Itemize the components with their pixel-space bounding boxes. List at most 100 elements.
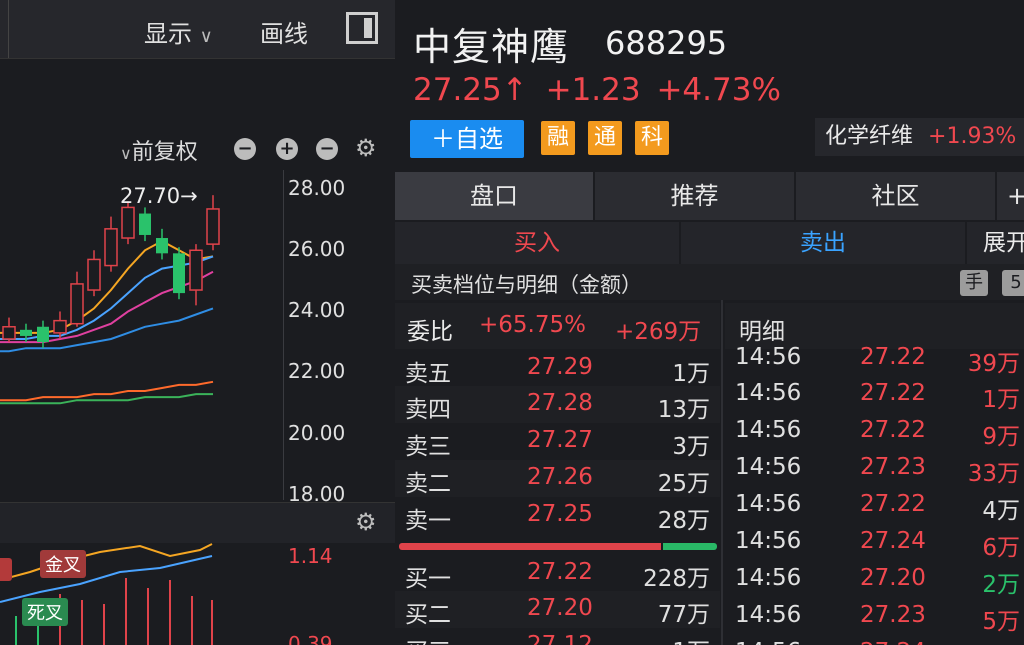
minus-icon[interactable]: −: [234, 138, 256, 160]
tick-row: 14:56 27.24 14万: [725, 635, 1024, 645]
adjust-select[interactable]: ∨前复权: [120, 134, 198, 166]
kline-chart[interactable]: [0, 170, 283, 500]
axis-separator: [283, 170, 284, 500]
price-tick: 24.00: [288, 298, 346, 322]
level-price: 27.22: [527, 559, 593, 585]
volume-bars: [59, 578, 213, 645]
price-line: 27.25↑ +1.23 +4.73%: [413, 72, 781, 108]
display-label: 显示: [144, 20, 192, 48]
tick-price: 27.23: [860, 454, 926, 480]
zoom-out-icon[interactable]: −: [316, 138, 338, 160]
star-market-tag[interactable]: 科: [635, 121, 669, 155]
level-volume: 25万: [657, 471, 710, 497]
level-volume: 228万: [643, 566, 710, 592]
price-tick: 22.00: [288, 359, 346, 383]
tick-price: 27.22: [860, 380, 926, 406]
level-price: 27.20: [527, 595, 593, 621]
tab-recommend[interactable]: 推荐: [595, 172, 796, 220]
tick-row: 14:56 27.23 5万: [725, 598, 1024, 635]
tick-volume: 33万: [967, 461, 1020, 487]
tab-orderbook[interactable]: 盘口: [395, 172, 595, 220]
level-volume: 13万: [657, 397, 710, 423]
tick-volume: 1万: [982, 387, 1020, 413]
zoom-in-icon[interactable]: +: [276, 138, 298, 160]
indicator-settings-gear-icon[interactable]: ⚙: [355, 508, 377, 536]
chart-settings-gear-icon[interactable]: ⚙: [355, 134, 377, 162]
draw-line-button[interactable]: 画线: [260, 14, 308, 49]
display-menu[interactable]: 显示 ∨: [144, 14, 213, 49]
price-tick: 20.00: [288, 421, 346, 445]
level-label: 买一: [405, 566, 451, 592]
chevron-down-icon: ∨: [199, 26, 213, 47]
indicator-axis-bottom: 0.39: [288, 632, 333, 645]
candle: [104, 216, 118, 272]
candle: [37, 320, 49, 349]
bid-row[interactable]: 买三 27.12 1万: [395, 628, 720, 645]
ask-row[interactable]: 卖三 27.27 3万: [395, 423, 720, 460]
ask-row[interactable]: 卖五 27.29 1万: [395, 350, 720, 387]
level-price: 27.27: [527, 427, 593, 453]
level-volume: 1万: [672, 361, 710, 387]
tick-volume: 39万: [967, 351, 1020, 377]
add-watchlist-button[interactable]: ＋自选: [410, 120, 524, 158]
tab-add[interactable]: +: [997, 172, 1024, 220]
tick-price: 27.20: [860, 565, 926, 591]
level-price: 27.29: [527, 354, 593, 380]
tick-volume: 4万: [982, 498, 1020, 524]
level-label: 卖五: [405, 361, 451, 387]
cross-badge-partial: [0, 558, 12, 581]
level-count-button[interactable]: 5: [1002, 270, 1024, 296]
level-volume: 3万: [672, 434, 710, 460]
bid-row[interactable]: 买一 27.22 228万: [395, 555, 720, 592]
ask-row[interactable]: 卖一 27.25 28万: [395, 497, 720, 534]
ask-ratio-fill: [663, 543, 717, 550]
level-volume: 1万: [672, 632, 710, 645]
column-separator: [721, 300, 723, 645]
tick-time: 14:56: [735, 528, 802, 554]
level-price: 27.25: [527, 501, 593, 527]
chart-pane: 显示 ∨ 画线 ∨前复权 − + − ⚙ 27.70→ 28.00 26.00 …: [0, 0, 395, 645]
sector-change: +1.93%: [928, 124, 1017, 149]
tick-price: 27.22: [860, 344, 926, 370]
layout-toggle-icon[interactable]: [346, 12, 378, 44]
buy-button[interactable]: 买入: [395, 222, 681, 264]
tick-time: 14:56: [735, 491, 802, 517]
tick-volume: 14万: [968, 639, 1020, 645]
tick-row: 14:56 27.22 1万: [725, 376, 1024, 413]
golden-cross-badge: 金叉: [40, 550, 86, 578]
unit-hand-button[interactable]: 手: [960, 270, 988, 296]
kdj-line-blue: [0, 555, 213, 603]
kdj-line-orange: [0, 543, 213, 581]
order-ratio-label: 委比: [407, 319, 453, 345]
margin-tag[interactable]: 融: [541, 121, 575, 155]
price-tick: 28.00: [288, 176, 346, 200]
max-price-label: 27.70→: [120, 184, 198, 208]
level-label: 卖二: [405, 471, 451, 497]
bid-row[interactable]: 买二 27.20 77万: [395, 591, 720, 628]
price-change-pct: +4.73%: [656, 72, 781, 108]
tick-volume: 6万: [982, 535, 1020, 561]
tick-price: 27.22: [860, 491, 926, 517]
tick-row: 14:56 27.24 6万: [725, 524, 1024, 561]
ask-row[interactable]: 卖四 27.28 13万: [395, 386, 720, 423]
expand-button[interactable]: 展开: [967, 222, 1024, 264]
tick-row: 14:56 27.22 39万: [725, 340, 1024, 377]
sell-button[interactable]: 卖出: [681, 222, 967, 264]
tick-time: 14:56: [735, 565, 802, 591]
price-change: +1.23: [545, 72, 641, 108]
tick-time: 14:56: [735, 380, 802, 406]
sector-badge[interactable]: 化学纤维 +1.93%: [815, 118, 1024, 156]
detail-title: 买卖档位与明细（金额）: [411, 273, 642, 297]
trade-row: 买入 卖出 展开: [395, 222, 1024, 264]
bid-ratio-fill: [399, 543, 661, 550]
tick-price: 27.24: [860, 639, 926, 645]
tick-time: 14:56: [735, 417, 802, 443]
ask-row[interactable]: 卖二 27.26 25万: [395, 460, 720, 497]
indicator-toolbar: ⚙: [0, 502, 395, 543]
candle: [70, 271, 84, 327]
tab-community[interactable]: 社区: [796, 172, 997, 220]
stock-name: 中复神鹰: [413, 25, 570, 69]
connect-tag[interactable]: 通: [588, 121, 622, 155]
candle: [2, 317, 16, 343]
level-volume: 28万: [657, 508, 710, 534]
